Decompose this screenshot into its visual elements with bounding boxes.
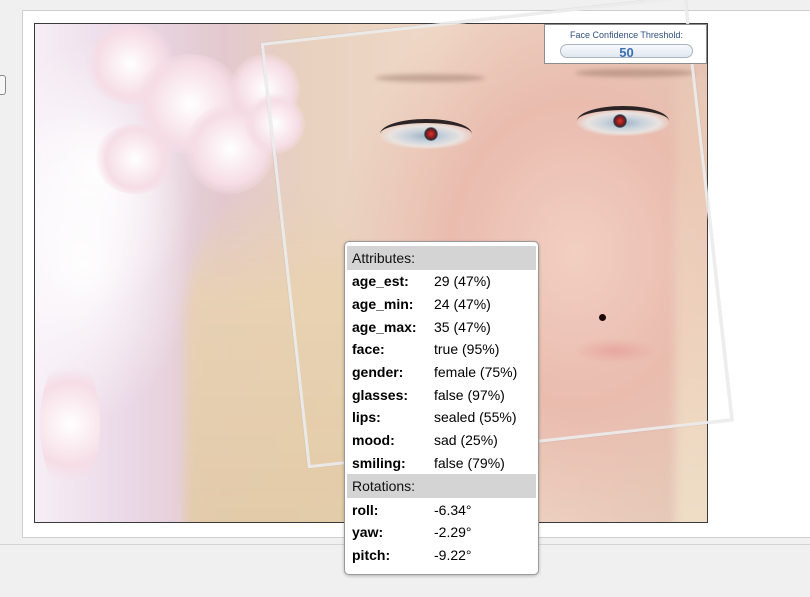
face-info-panel: Attributes: age_est: 29 (47%) age_min: 24 …	[344, 241, 539, 575]
confidence-threshold-control: Face Confidence Threshold: 50	[544, 24, 707, 64]
rotation-key: pitch:	[352, 546, 391, 563]
attribute-value: sealed (55%)	[434, 409, 517, 426]
attribute-value: false (97%)	[434, 386, 505, 403]
threshold-value: 50	[619, 45, 634, 60]
attribute-value: true (95%)	[434, 341, 500, 358]
attribute-value: female (75%)	[434, 364, 518, 381]
rotation-key: roll:	[352, 501, 379, 518]
attribute-key: age_est:	[352, 273, 409, 290]
attribute-row: age_max: 35 (47%)	[347, 315, 536, 338]
attribute-key: age_max:	[352, 318, 417, 335]
attribute-key: lips:	[352, 409, 381, 426]
edge-handle-button[interactable]	[0, 75, 6, 95]
attribute-value: 35 (47%)	[434, 318, 491, 335]
rotation-value: -6.34°	[434, 501, 472, 518]
attribute-row: smiling: false (79%)	[347, 452, 536, 475]
rotation-value: -2.29°	[434, 524, 472, 541]
attribute-key: mood:	[352, 432, 395, 449]
attribute-row: glasses: false (97%)	[347, 383, 536, 406]
attribute-key: gender:	[352, 364, 404, 381]
attributes-header: Attributes:	[347, 246, 536, 270]
attribute-value: 29 (47%)	[434, 273, 491, 290]
rotation-value: -9.22°	[434, 546, 472, 563]
attribute-row: lips: sealed (55%)	[347, 406, 536, 429]
attribute-row: age_min: 24 (47%)	[347, 293, 536, 316]
attribute-key: glasses:	[352, 386, 409, 403]
attribute-row: age_est: 29 (47%)	[347, 270, 536, 293]
rotation-row: yaw: -2.29°	[347, 521, 536, 544]
attribute-value: 24 (47%)	[434, 296, 491, 313]
attribute-row: mood: sad (25%)	[347, 429, 536, 452]
attribute-key: smiling:	[352, 454, 406, 471]
attribute-key: age_min:	[352, 296, 414, 313]
blossom	[40, 354, 100, 494]
threshold-label: Face Confidence Threshold:	[570, 30, 683, 40]
rotation-key: yaw:	[352, 524, 384, 541]
attribute-row: gender: female (75%)	[347, 361, 536, 384]
rotation-row: pitch: -9.22°	[347, 544, 536, 567]
blossom	[95, 124, 175, 194]
attribute-value: false (79%)	[434, 454, 505, 471]
attribute-key: face:	[352, 341, 385, 358]
attribute-row: face: true (95%)	[347, 338, 536, 361]
rotations-header: Rotations:	[347, 474, 536, 499]
rotation-row: roll: -6.34°	[347, 498, 536, 521]
attribute-value: sad (25%)	[434, 432, 498, 449]
